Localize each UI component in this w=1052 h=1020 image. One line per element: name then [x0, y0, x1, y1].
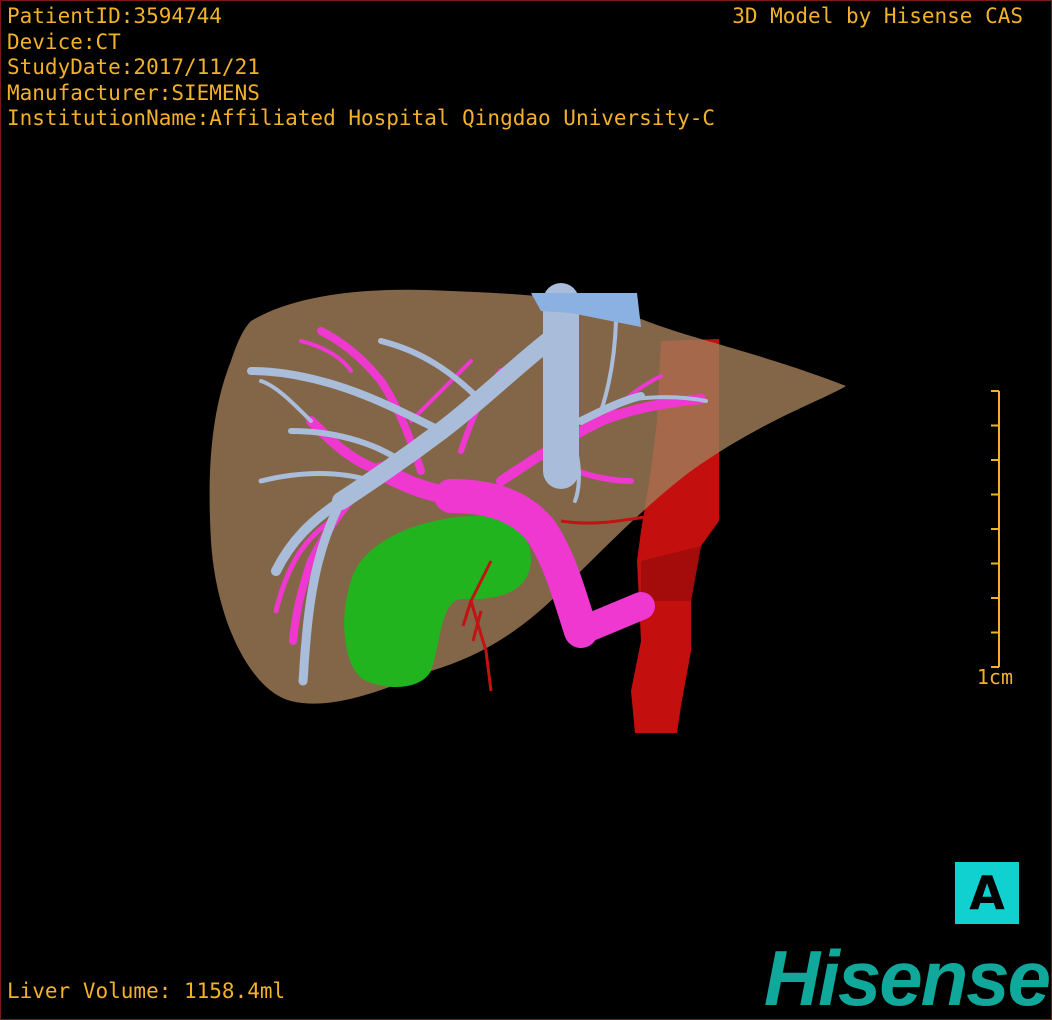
study-date: StudyDate:2017/11/21: [7, 55, 260, 79]
dicom-info: PatientID:3594744 Device:CT StudyDate:20…: [7, 4, 715, 132]
brand-title: 3D Model by Hisense CAS: [732, 4, 1023, 28]
hisense-logo: Hisense: [763, 934, 1051, 1020]
orientation-indicator[interactable]: A: [955, 862, 1019, 924]
device: Device:CT: [7, 29, 121, 54]
orientation-letter: A: [969, 866, 1005, 920]
institution-name: InstitutionName:Affiliated Hospital Qing…: [7, 106, 716, 130]
liver-3d-model[interactable]: [1, 1, 1052, 1020]
scale-bar: [991, 390, 1000, 668]
manufacturer: Manufacturer:SIEMENS: [7, 80, 260, 105]
viewer-3d[interactable]: PatientID:3594744 Device:CT StudyDate:20…: [0, 0, 1052, 1020]
patient-id: PatientID:3594744: [7, 4, 222, 28]
liver-volume: Liver Volume: 1158.4ml: [7, 979, 286, 1003]
scale-label: 1cm: [976, 665, 1013, 689]
